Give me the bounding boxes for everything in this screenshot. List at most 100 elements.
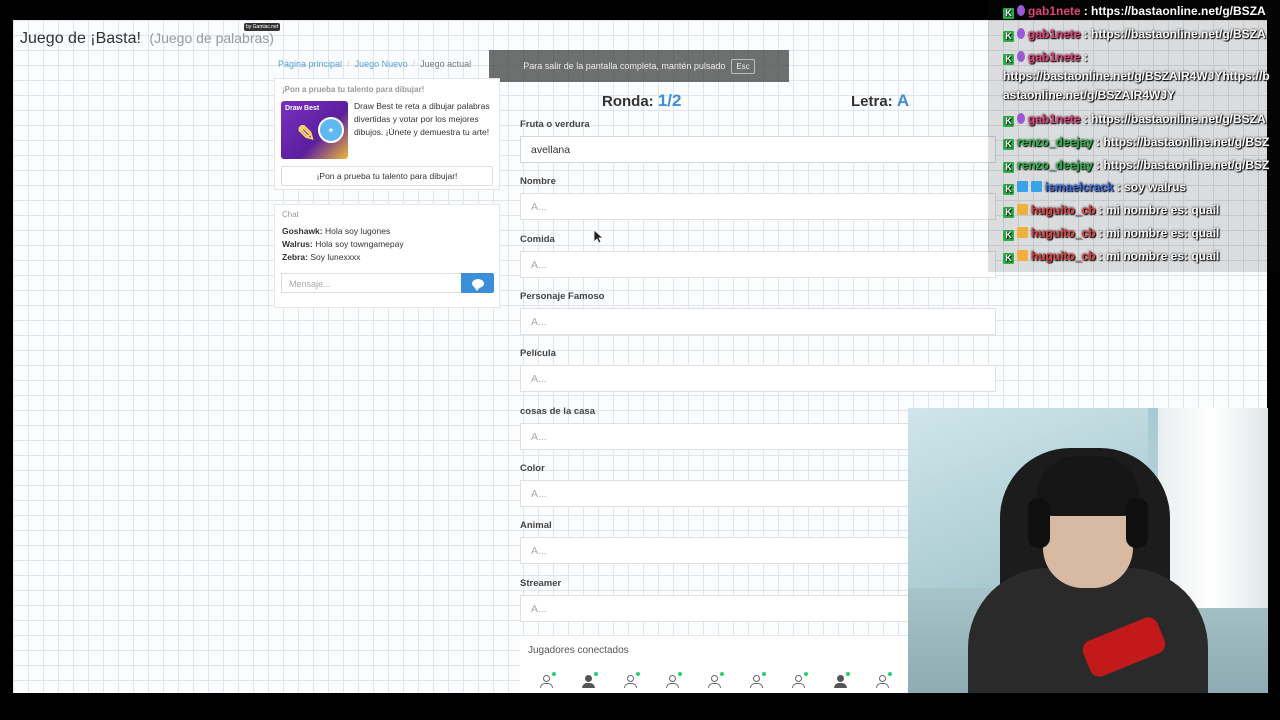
chat-message-text: Hola soy towngamepay (315, 239, 404, 249)
connected-players-panel: Jugadores conectados (520, 635, 930, 693)
site-byline: by Gamiac.net (244, 23, 281, 31)
chat-text: : https://bastaonline.net/g/BSZ (1096, 158, 1270, 172)
round-label: Ronda: (602, 93, 654, 110)
chat-text: : https://bastaonline.net/g/BSZA (1083, 4, 1266, 18)
mic-badge-icon (1017, 51, 1025, 62)
chat-message-user: Zebra: (282, 252, 308, 262)
chat-message: Walrus: Hola soy towngamepay (275, 238, 499, 251)
breadcrumb-home[interactable]: Página principal (278, 59, 342, 69)
webcam-overlay (908, 408, 1268, 693)
stream-chat-overlay: Kgab1nete: https://bastaonline.net/g/BSZ… (988, 0, 1280, 272)
channel-badge-icon: K (1003, 207, 1014, 218)
player-icon[interactable] (582, 672, 598, 688)
stream-chat-line: Khuguito_cb: mi nombre es: quail (1003, 247, 1219, 265)
player-icon[interactable] (540, 672, 556, 688)
field-fruta-o-verdura: Fruta o verdura avellana (520, 119, 996, 163)
chat-username: renzo_deejay (1017, 135, 1094, 149)
chat-username: huguito_cb (1031, 226, 1096, 240)
chat-title: Chat (282, 210, 299, 219)
channel-badge-icon: K (1003, 116, 1014, 127)
player-icon[interactable] (876, 672, 892, 688)
webcam-curtain (1158, 408, 1268, 608)
chat-send-button[interactable] (461, 273, 494, 293)
channel-badge-icon: K (1003, 8, 1014, 19)
field-personaje-famoso: Personaje Famoso A... (520, 291, 996, 335)
field-input[interactable]: A... (520, 365, 996, 392)
player-icon[interactable] (834, 672, 850, 688)
stream-chat-line: Khuguito_cb: mi nombre es: quail (1003, 201, 1219, 219)
stream-chat-line: Kgab1nete: https://bastaonline.net/g/BSZ… (1003, 2, 1266, 20)
chat-message-input[interactable]: Mensaje... (281, 273, 462, 293)
headset-icon (1028, 498, 1050, 548)
stream-chat-line: Krenzo_deejay: https://bastaonline.net/g… (1003, 156, 1269, 174)
field-pelicula: Película A... (520, 348, 996, 392)
field-input[interactable]: A... (520, 193, 996, 220)
chat-username: gab1nete (1028, 112, 1081, 126)
player-icon[interactable] (666, 672, 682, 688)
esc-key-badge: Esc (731, 58, 755, 74)
mic-badge-icon (1017, 113, 1025, 124)
field-label: Película (520, 348, 556, 359)
draw-best-image[interactable]: Draw Best ✎ ★ (281, 101, 348, 159)
chat-text: : mi nombre es: quail (1098, 203, 1220, 217)
site-title[interactable]: Juego de ¡Basta! (Juego de palabras) (20, 30, 274, 48)
chat-text: : soy walrus (1116, 180, 1187, 194)
sub-badge-icon (1031, 181, 1042, 192)
field-label: Comida (520, 234, 555, 245)
site-title-text: Juego de ¡Basta! (20, 30, 141, 47)
promo-button[interactable]: ¡Pon a prueba tu talento para dibujar! (281, 166, 493, 186)
breadcrumb-separator: / (347, 59, 350, 69)
channel-badge-icon: K (1003, 230, 1014, 241)
letter-value: A (896, 91, 910, 110)
stream-chat-line: Kgab1nete: https://bastaonline.net/g/BSZ… (1003, 110, 1266, 128)
chat-message-text: Soy lunexxxx (310, 252, 361, 262)
field-label: Nombre (520, 176, 556, 187)
player-icon[interactable] (792, 672, 808, 688)
chat-text: : https://bastaonline.net/g/BSZ (1096, 135, 1270, 149)
screen: Juego de ¡Basta! (Juego de palabras) by … (0, 0, 1280, 720)
player-icon[interactable] (624, 672, 640, 688)
player-icon[interactable] (708, 672, 724, 688)
crown-badge-icon (1017, 204, 1028, 215)
webcam-person-hair (1036, 456, 1140, 516)
player-icon[interactable] (750, 672, 766, 688)
chat-text: : https://bastaonline.net/g/BSZA (1083, 27, 1266, 41)
sub-badge-icon (1017, 181, 1028, 192)
field-input[interactable]: A... (520, 251, 996, 278)
channel-badge-icon: K (1003, 184, 1014, 195)
field-input[interactable]: A... (520, 308, 996, 335)
channel-badge-icon: K (1003, 54, 1014, 65)
stream-chat-wrapped-text: https://bastaonline.net/g/BSZAIR4WJYhttp… (1003, 69, 1270, 102)
breadcrumb-separator: / (412, 59, 416, 69)
chat-username: huguito_cb (1031, 203, 1096, 217)
draw-best-image-title: Draw Best (285, 105, 320, 112)
field-comida: Comida A... (520, 234, 996, 278)
stream-chat-line: Kismaelcrack: soy walrus (1003, 178, 1186, 196)
promo-description: Draw Best te reta a dibujar palabras div… (354, 101, 490, 137)
stream-chat-line: Kgab1nete: (1003, 48, 1088, 66)
field-label: Personaje Famoso (520, 291, 605, 302)
chat-text: : mi nombre es: quail (1098, 249, 1220, 263)
chat-message-user: Walrus: (282, 239, 313, 249)
chat-message-user: Goshawk: (282, 226, 323, 236)
chat-username: huguito_cb (1031, 249, 1096, 263)
letter-indicator: Letra: A (851, 91, 909, 111)
breadcrumb: Página principal / Juego Nuevo / Juego actua… (278, 59, 471, 69)
promo-badge-icon: ★ (318, 117, 344, 143)
round-indicator: Ronda: 1/2 (602, 91, 681, 111)
stream-chat-line: Khuguito_cb: mi nombre es: quail (1003, 224, 1219, 242)
players-row (540, 672, 892, 688)
connected-players-title: Jugadores conectados (528, 645, 629, 656)
breadcrumb-new-game[interactable]: Juego Nuevo (355, 59, 408, 69)
site-subtitle: (Juego de palabras) (149, 30, 274, 46)
channel-badge-icon: K (1003, 162, 1014, 173)
channel-badge-icon: K (1003, 31, 1014, 42)
field-nombre: Nombre A... (520, 176, 996, 220)
mic-badge-icon (1017, 28, 1025, 39)
chat-message: Goshawk: Hola soy lugones (275, 225, 499, 238)
fullscreen-notice-text: Para salir de la pantalla completa, mant… (523, 61, 726, 71)
stream-chat-line: Krenzo_deejay: https://bastaonline.net/g… (1003, 133, 1269, 151)
round-value: 1/2 (657, 91, 682, 110)
field-input[interactable]: avellana (520, 136, 996, 163)
chat-text: : mi nombre es: quail (1098, 226, 1220, 240)
